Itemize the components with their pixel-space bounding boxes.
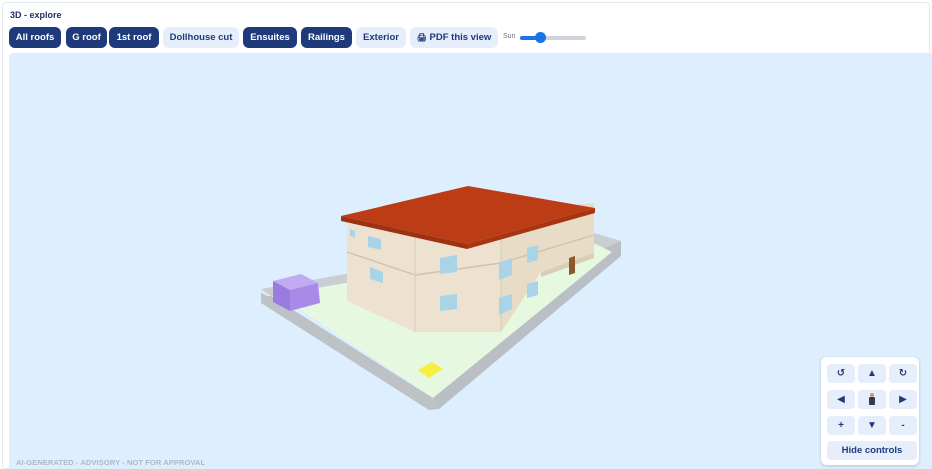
hide-controls-button[interactable]: Hide controls bbox=[827, 441, 917, 460]
3d-viewport[interactable]: AI-GENERATED - ADVISORY - NOT FOR APPROV… bbox=[9, 53, 932, 469]
navigation-controls: ↺ ▲ ↻ ◀ ▶ + ▼ - Hide controls bbox=[821, 357, 919, 465]
sun-slider-thumb[interactable] bbox=[534, 32, 546, 43]
pdf-this-view-label: PDF this view bbox=[429, 32, 492, 43]
sun-label: Sun bbox=[503, 33, 516, 40]
3d-scene bbox=[261, 186, 621, 410]
pdf-this-view-button[interactable]: 🖨 PDF this view bbox=[410, 27, 498, 48]
walk-mode-button[interactable] bbox=[858, 390, 886, 409]
door bbox=[569, 256, 575, 275]
first-roof-button[interactable]: 1st roof bbox=[109, 27, 159, 48]
person-icon bbox=[869, 393, 875, 406]
move-right-button[interactable]: ▶ bbox=[889, 390, 917, 409]
g-roof-button[interactable]: G roof bbox=[66, 27, 107, 48]
ensuites-button[interactable]: Ensuites bbox=[243, 27, 297, 48]
window bbox=[440, 294, 457, 311]
advisory-watermark: AI-GENERATED - ADVISORY - NOT FOR APPROV… bbox=[16, 458, 206, 467]
move-down-button[interactable]: ▼ bbox=[858, 416, 886, 435]
sun-slider[interactable] bbox=[520, 32, 586, 43]
all-roofs-button[interactable]: All roofs bbox=[9, 27, 61, 48]
exterior-button[interactable]: Exterior bbox=[356, 27, 406, 48]
window bbox=[440, 255, 457, 274]
rotate-right-button[interactable]: ↻ bbox=[889, 364, 917, 383]
window bbox=[527, 245, 538, 263]
dollhouse-cut-button[interactable]: Dollhouse cut bbox=[163, 27, 239, 48]
rotate-left-button[interactable]: ↺ bbox=[827, 364, 855, 383]
move-up-button[interactable]: ▲ bbox=[858, 364, 886, 383]
zoom-in-button[interactable]: + bbox=[827, 416, 855, 435]
move-left-button[interactable]: ◀ bbox=[827, 390, 855, 409]
printer-icon: 🖨 bbox=[416, 33, 427, 42]
railings-button[interactable]: Railings bbox=[301, 27, 352, 48]
zoom-out-button[interactable]: - bbox=[889, 416, 917, 435]
panel-title: 3D - explore bbox=[10, 10, 62, 20]
